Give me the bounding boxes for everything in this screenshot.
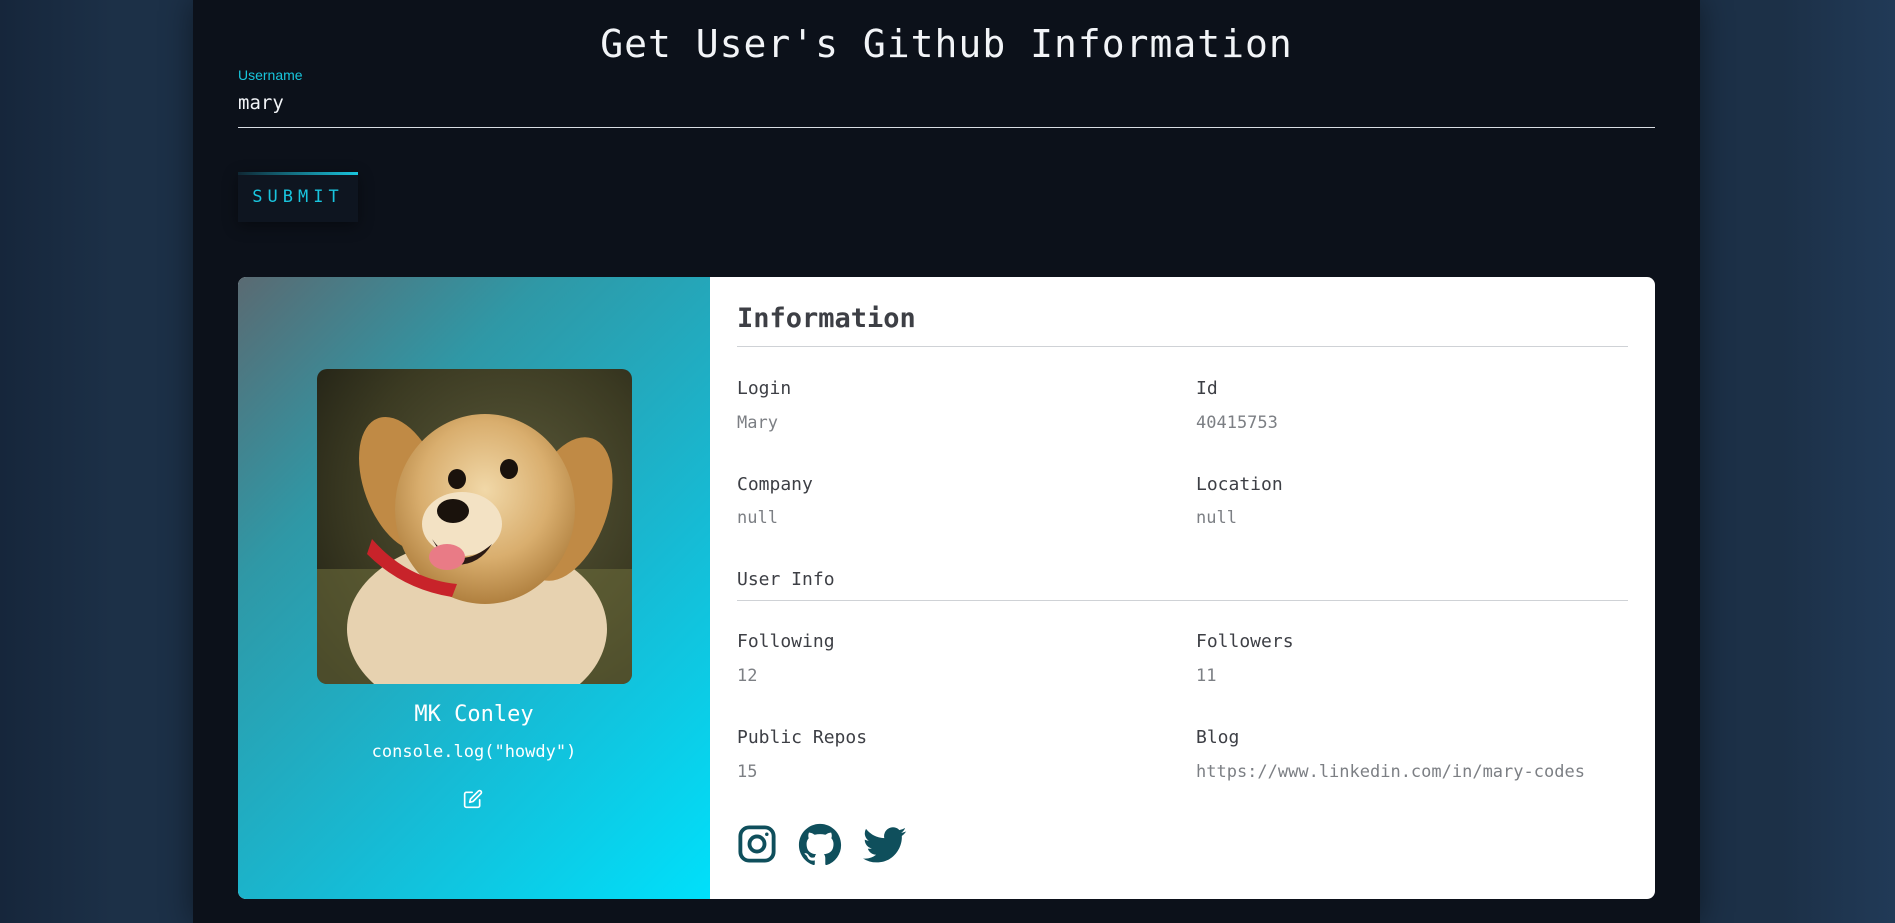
location-label: Location	[1196, 474, 1283, 495]
profile-sidebar: MK Conley console.log("howdy")	[238, 277, 710, 899]
blog-link[interactable]: https://www.linkedin.com/in/mary-codes	[1196, 762, 1585, 782]
id-value: 40415753	[1196, 413, 1278, 433]
profile-card: MK Conley console.log("howdy") Informati…	[238, 277, 1655, 899]
puppy-photo	[317, 369, 632, 684]
public-repos-value: 15	[737, 762, 758, 782]
profile-bio: console.log("howdy")	[371, 742, 577, 762]
instagram-icon[interactable]	[736, 823, 780, 867]
divider	[737, 346, 1628, 347]
page-title: Get User's Github Information	[600, 22, 1293, 66]
edit-icon[interactable]	[463, 789, 485, 811]
twitter-icon[interactable]	[862, 823, 907, 867]
login-label: Login	[737, 378, 792, 399]
company-label: Company	[737, 474, 813, 495]
followers-value: 11	[1196, 666, 1217, 686]
avatar	[317, 369, 632, 684]
profile-name: MK Conley	[414, 702, 534, 727]
following-value: 12	[737, 666, 758, 686]
user-info-heading: User Info	[737, 569, 835, 590]
main-panel: Get User's Github Information Username S…	[193, 0, 1700, 923]
location-value: null	[1196, 508, 1237, 528]
company-value: null	[737, 508, 778, 528]
following-label: Following	[737, 631, 835, 652]
public-repos-label: Public Repos	[737, 727, 868, 748]
divider	[737, 600, 1628, 601]
information-heading: Information	[737, 303, 916, 334]
login-value: Mary	[737, 413, 778, 433]
followers-label: Followers	[1196, 631, 1294, 652]
id-label: Id	[1196, 378, 1218, 399]
submit-label: SUBMIT	[252, 187, 344, 207]
submit-button[interactable]: SUBMIT	[238, 172, 358, 222]
username-input[interactable]	[238, 88, 1655, 128]
github-icon[interactable]	[798, 823, 842, 867]
blog-label: Blog	[1196, 727, 1240, 748]
submit-accent-line	[238, 172, 358, 175]
username-label: Username	[238, 67, 303, 83]
information-panel: Information Login Mary Id 40415753 Compa…	[710, 277, 1655, 899]
